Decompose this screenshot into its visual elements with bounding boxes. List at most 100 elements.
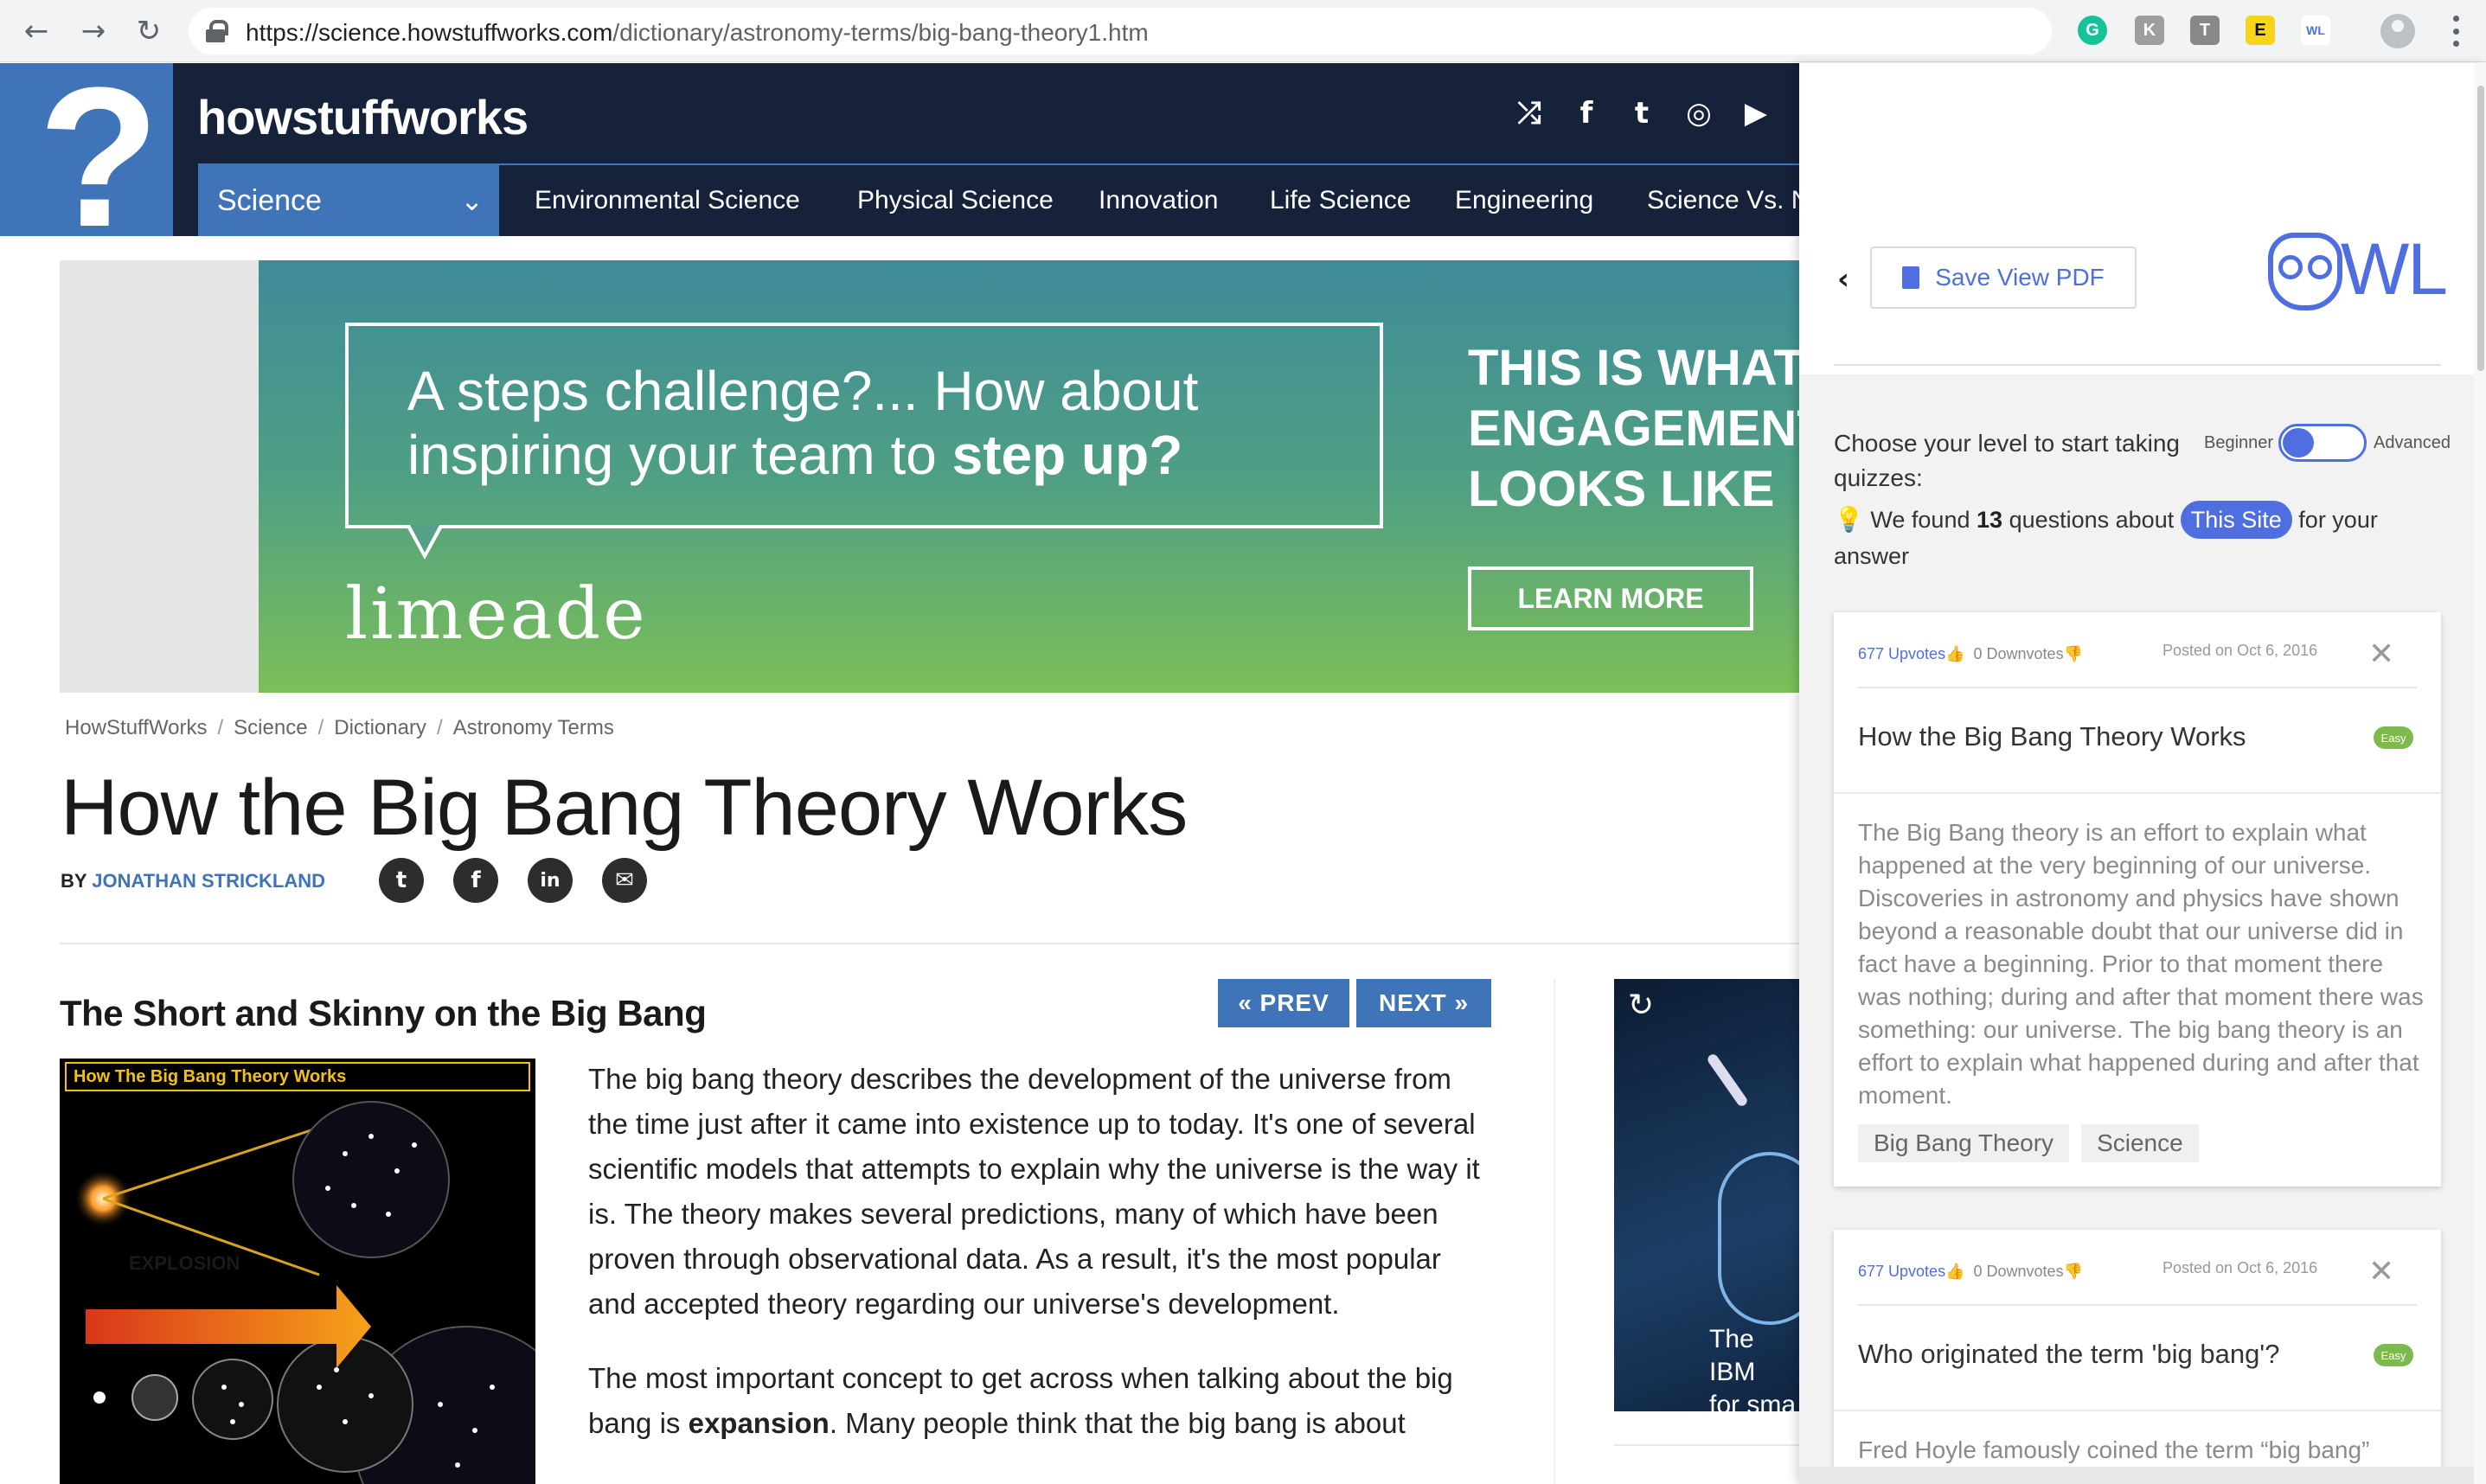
owl-extension-panel: ‹ Save View PDF WL Choose your level to …: [1799, 63, 2486, 1484]
share-facebook-icon[interactable]: f: [453, 858, 498, 903]
ad-bubble-text: A steps challenge?... How about inspirin…: [407, 360, 1199, 486]
universe-sphere: [292, 1101, 450, 1258]
author-link[interactable]: JONATHAN STRICKLAND: [92, 870, 325, 892]
owl-extension-icon[interactable]: WL: [2301, 16, 2330, 45]
close-icon[interactable]: ✕: [2368, 1254, 2394, 1289]
answer-text: The Big Bang theory is an effort to expl…: [1858, 819, 2424, 1109]
card-divider: [1834, 1410, 2441, 1411]
share-email-icon[interactable]: ✉: [602, 858, 647, 903]
extension-k-icon[interactable]: K: [2135, 16, 2164, 45]
byline-prefix: BY: [61, 870, 87, 892]
owl-eye: [2278, 255, 2303, 279]
next-button[interactable]: NEXT »: [1356, 979, 1491, 1027]
thumbs-down-icon[interactable]: 👎: [2064, 1263, 2083, 1280]
level-prompt: Choose your level to start taking quizze…: [1834, 430, 2180, 491]
universe-seed: [93, 1391, 106, 1404]
universe-sphere: [192, 1359, 273, 1440]
nav-science-vs[interactable]: Science Vs. N: [1647, 186, 1810, 215]
question-mark-logo[interactable]: ?: [0, 63, 173, 236]
owl-divider: [1834, 364, 2441, 366]
upvote-count[interactable]: 677 Upvotes: [1858, 1263, 1945, 1280]
panel-horizontal-scrollbar[interactable]: [1799, 1467, 2474, 1484]
ad-bubble-tail-inner: [410, 525, 439, 553]
lightbulb-icon: 💡: [1834, 505, 1864, 534]
share-linkedin-icon[interactable]: in: [528, 858, 573, 903]
nav-environmental-science[interactable]: Environmental Science: [535, 186, 800, 215]
brand-logo[interactable]: howstuffworks: [197, 89, 529, 145]
thumbs-up-icon[interactable]: 👍: [1945, 645, 1964, 662]
ad-banner[interactable]: A steps challenge?... How about inspirin…: [60, 260, 1799, 693]
vote-counts: 677 Upvotes👍 0 Downvotes👎: [1858, 1263, 2083, 1281]
limeade-ad[interactable]: A steps challenge?... How about inspirin…: [259, 260, 1799, 693]
browser-toolbar: ← → ↻ https://science.howstuffworks.com/…: [0, 0, 2486, 62]
question-title[interactable]: Who originated the term 'big bang'?: [1858, 1339, 2279, 1370]
tag-list: Big Bang Theory Science: [1858, 1124, 2199, 1162]
instagram-icon[interactable]: ◎: [1680, 94, 1718, 132]
tag-chip[interactable]: Science: [2081, 1124, 2199, 1162]
panel-scroll-thumb[interactable]: [2477, 86, 2484, 371]
extension-t-icon[interactable]: T: [2190, 16, 2220, 45]
forward-icon[interactable]: →: [74, 12, 112, 50]
breadcrumb-dictionary[interactable]: Dictionary: [334, 716, 426, 739]
save-view-pdf-button[interactable]: Save View PDF: [1870, 246, 2137, 309]
breadcrumb-astronomy-terms[interactable]: Astronomy Terms: [453, 716, 614, 739]
twitter-icon[interactable]: t: [1623, 94, 1661, 132]
thumbs-down-icon[interactable]: 👎: [2064, 645, 2083, 662]
nav-life-science[interactable]: Life Science: [1270, 186, 1411, 215]
profile-avatar-icon[interactable]: [2380, 14, 2415, 48]
video-ad[interactable]: ↻ The IBM for sma: [1614, 979, 1799, 1411]
downvote-count[interactable]: 0 Downvotes: [1974, 645, 2064, 662]
address-bar[interactable]: https://science.howstuffworks.com/dictio…: [189, 8, 2219, 54]
question-card[interactable]: 677 Upvotes👍 0 Downvotes👎 Posted on Oct …: [1834, 612, 2441, 1187]
breadcrumb-separator: /: [317, 716, 324, 739]
vote-counts: 677 Upvotes👍 0 Downvotes👎: [1858, 645, 2083, 663]
learn-more-button[interactable]: LEARN MORE: [1468, 566, 1753, 630]
chevron-left-icon[interactable]: ‹: [1837, 262, 1849, 297]
beginner-label: Beginner: [2204, 433, 2274, 452]
card-divider: [1858, 1304, 2417, 1306]
question-card[interactable]: 677 Upvotes👍 0 Downvotes👎 Posted on Oct …: [1834, 1230, 2441, 1484]
content-divider: [60, 943, 1799, 944]
url-text[interactable]: https://science.howstuffworks.com/dictio…: [246, 19, 1149, 47]
this-site-chip[interactable]: This Site: [2180, 501, 2292, 539]
thumbs-up-icon[interactable]: 👍: [1945, 1263, 1964, 1280]
breadcrumb-science[interactable]: Science: [234, 716, 307, 739]
card-divider: [1834, 792, 2441, 794]
back-icon[interactable]: ←: [17, 12, 55, 50]
upvote-count[interactable]: 677 Upvotes: [1858, 645, 1945, 662]
nav-innovation[interactable]: Innovation: [1099, 186, 1218, 215]
question-title[interactable]: How the Big Bang Theory Works: [1858, 721, 2246, 752]
extension-e-icon[interactable]: E: [2246, 16, 2275, 45]
grammarly-icon[interactable]: G: [2078, 16, 2107, 45]
nav-physical-science[interactable]: Physical Science: [857, 186, 1054, 215]
close-icon[interactable]: ✕: [2368, 636, 2394, 672]
breadcrumb-howstuffworks[interactable]: HowStuffWorks: [65, 716, 208, 739]
advanced-label: Advanced: [2374, 433, 2451, 452]
answer-text: Fred Hoyle famously coined the term “big…: [1858, 1436, 2370, 1463]
nav-engineering[interactable]: Engineering: [1455, 186, 1593, 215]
reload-icon[interactable]: ↻: [130, 12, 168, 50]
level-toggle[interactable]: [2278, 424, 2367, 462]
question-count: 13: [1977, 507, 2003, 533]
browser-menu-icon[interactable]: [2453, 16, 2460, 47]
youtube-icon[interactable]: ▶: [1737, 94, 1775, 132]
prev-button[interactable]: « PREV: [1218, 979, 1349, 1027]
share-twitter-icon[interactable]: t: [379, 858, 424, 903]
ad-headline: THIS IS WHAT ENGAGEMENT LOOKS LIKE: [1468, 340, 1799, 517]
questions-found-text: 💡 We found 13 questions about This Site …: [1834, 501, 2439, 573]
tag-chip[interactable]: Big Bang Theory: [1858, 1124, 2070, 1162]
video-ad-caption: The IBM for sma: [1709, 1325, 1797, 1411]
random-shuffle-icon[interactable]: ⤮: [1510, 94, 1548, 132]
downvote-count[interactable]: 0 Downvotes: [1974, 1263, 2064, 1280]
video-reload-icon[interactable]: ↻: [1628, 988, 1654, 1023]
big-bang-illustration[interactable]: How The Big Bang Theory Works EXPLOSION: [60, 1059, 535, 1484]
posted-date: Posted on Oct 6, 2016: [2162, 1259, 2318, 1276]
facebook-icon[interactable]: f: [1567, 94, 1605, 132]
breadcrumb-separator: /: [217, 716, 224, 739]
owl-logo: WL: [2268, 233, 2450, 319]
universe-sphere: [131, 1374, 178, 1421]
pdf-icon: [1902, 266, 1920, 289]
topic-dropdown[interactable]: Science ⌄: [198, 165, 499, 236]
owl-eye: [2308, 255, 2332, 279]
lock-icon[interactable]: [206, 20, 228, 42]
